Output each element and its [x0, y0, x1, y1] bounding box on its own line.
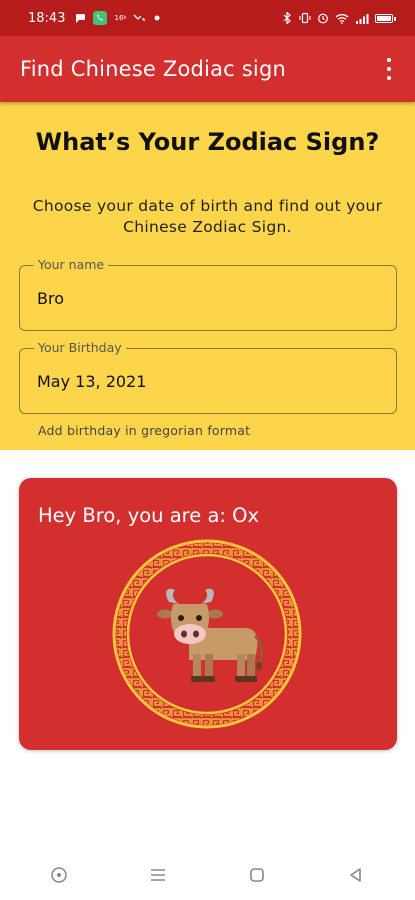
vibrate-icon [299, 12, 311, 24]
birthday-field-label: Your Birthday [34, 340, 126, 355]
status-time: 18:43 [28, 10, 66, 26]
result-card: Hey Bro, you are a: Ox [19, 478, 397, 750]
birthday-field[interactable]: Your Birthday May 13, 2021 [19, 340, 397, 414]
chat-icon [75, 12, 87, 24]
zodiac-emblem [111, 538, 303, 730]
ox-icon [157, 588, 263, 682]
birthday-helper-text: Add birthday in gregorian format [38, 423, 251, 438]
data-icon: 16 k [114, 14, 127, 22]
battery-icon [375, 13, 396, 23]
result-text: Hey Bro, you are a: Ox [38, 504, 260, 527]
zodiac-form: What’s Your Zodiac Sign? Choose your dat… [0, 102, 415, 450]
name-field-value[interactable]: Bro [37, 289, 64, 308]
missed-call-icon [133, 12, 146, 24]
dot-icon [151, 12, 163, 24]
page-heading: What’s Your Zodiac Sign? [35, 128, 380, 156]
form-instructions: Choose your date of birth and find out y… [32, 197, 383, 236]
birthday-field-value[interactable]: May 13, 2021 [37, 372, 146, 391]
app-bar: Find Chinese Zodiac sign [0, 36, 415, 102]
app-title: Find Chinese Zodiac sign [20, 57, 286, 81]
home-icon[interactable] [237, 855, 277, 895]
signal-icon [355, 12, 369, 24]
status-bar: 18:43 16 k [0, 0, 415, 36]
wifi-icon [335, 12, 349, 24]
notification-icons: 16 k [75, 11, 163, 25]
whatsapp-icon [93, 11, 108, 25]
system-nav-bar [0, 850, 415, 900]
more-vert-icon[interactable] [379, 58, 399, 80]
name-field[interactable]: Your name Bro [19, 257, 397, 331]
assistant-icon[interactable] [39, 855, 79, 895]
bluetooth-icon [281, 12, 293, 24]
system-icons [281, 12, 396, 24]
alarm-icon [317, 12, 329, 24]
back-icon[interactable] [336, 855, 376, 895]
recents-icon[interactable] [138, 855, 178, 895]
name-field-label: Your name [34, 257, 109, 272]
